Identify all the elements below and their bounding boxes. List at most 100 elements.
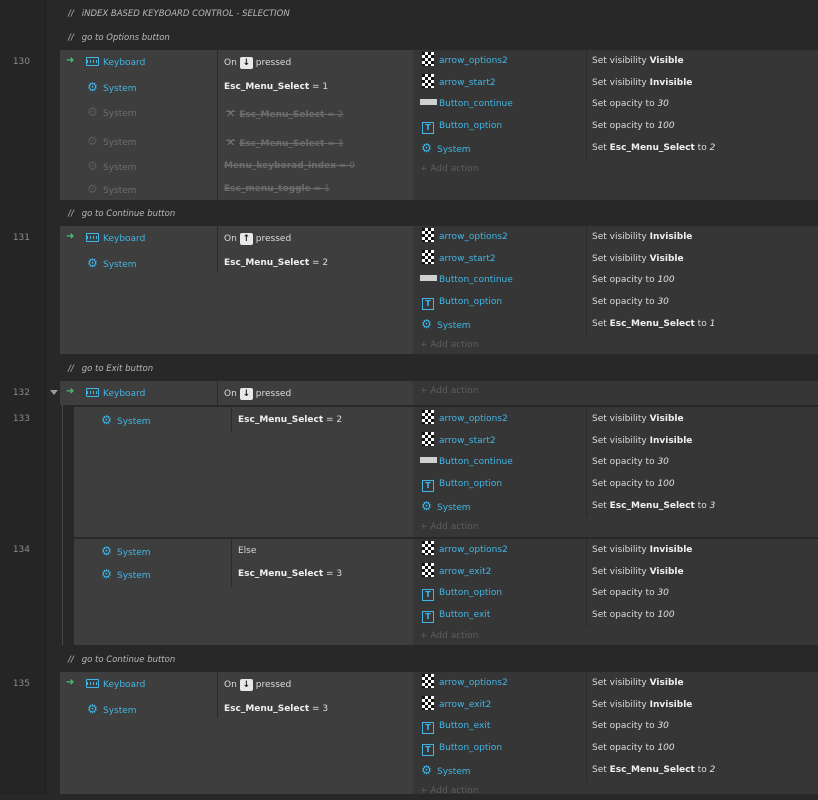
action-row[interactable]: T Button_option — [422, 474, 502, 494]
condition-text-disabled[interactable]: Menu_keyborad_index = 0 — [224, 156, 355, 176]
action-row[interactable]: Button_continue — [420, 452, 513, 472]
action-text[interactable]: Set visibility Visible — [592, 249, 684, 269]
action-text[interactable]: Set opacity to 100 — [592, 738, 675, 758]
add-action-link[interactable]: + Add action — [420, 518, 478, 536]
condition-row-disabled[interactable]: ⚙ System — [86, 156, 136, 176]
collapse-toggle-icon[interactable] — [50, 390, 58, 395]
action-row[interactable]: arrow_options2 — [422, 409, 508, 429]
add-action-link[interactable]: + Add action — [420, 782, 478, 800]
action-row[interactable]: T Button_option — [422, 292, 502, 312]
add-action-link[interactable]: + Add action — [420, 382, 478, 400]
line-number: 130 — [12, 57, 30, 67]
condition-object: Keyboard — [103, 234, 146, 244]
comment-row[interactable]: //go to Exit button — [62, 359, 818, 379]
action-row[interactable]: ⚙ System — [420, 760, 470, 780]
condition-row[interactable]: Keyboard — [86, 53, 145, 73]
column-divider — [586, 539, 587, 627]
action-text[interactable]: Set opacity to 30 — [592, 292, 669, 312]
action-row[interactable]: arrow_start2 — [422, 249, 496, 269]
gear-icon: ⚙ — [87, 256, 98, 270]
add-action-link[interactable]: + Add action — [420, 627, 478, 645]
add-action-link[interactable]: + Add action — [420, 336, 478, 354]
action-text[interactable]: Set visibility Invisible — [592, 431, 692, 451]
condition-text[interactable]: Esc_Menu_Select = 3 — [224, 699, 328, 719]
action-row[interactable]: T Button_exit — [422, 605, 490, 625]
action-verb: Set visibility — [592, 678, 647, 688]
action-text[interactable]: Set opacity to 100 — [592, 474, 675, 494]
action-text[interactable]: Set opacity to 30 — [592, 94, 669, 114]
condition-row-disabled[interactable]: ⚙ System — [86, 131, 136, 151]
action-row[interactable]: ⚙ System — [420, 496, 470, 516]
comment-row[interactable]: //iNDEX BASED KEYBOARD CONTROL - SELECTI… — [62, 4, 818, 24]
condition-row[interactable]: ⚙ System — [86, 253, 136, 273]
action-text[interactable]: Set opacity to 30 — [592, 716, 669, 736]
condition-row[interactable]: ⚙ System — [86, 77, 136, 97]
action-row[interactable]: arrow_options2 — [422, 540, 508, 560]
action-text[interactable]: Set visibility Visible — [592, 673, 684, 693]
add-action-link[interactable]: + Add action — [420, 160, 478, 178]
action-row[interactable]: T Button_option — [422, 583, 502, 603]
action-row[interactable]: ⚙ System — [420, 138, 470, 158]
comment-row[interactable]: //go to Options button — [62, 28, 818, 48]
action-connector: to — [697, 143, 707, 153]
action-text[interactable]: Set visibility Visible — [592, 51, 684, 71]
condition-text-disabled[interactable]: ✕ Esc_Menu_Select = 2 — [226, 104, 343, 124]
action-row[interactable]: arrow_options2 — [422, 51, 508, 71]
condition-row-disabled[interactable]: ⚙ System — [86, 102, 136, 122]
action-text[interactable]: Set opacity to 100 — [592, 116, 675, 136]
action-text[interactable]: Set visibility Visible — [592, 562, 684, 582]
condition-text[interactable]: Esc_Menu_Select = 1 — [224, 77, 328, 97]
condition-row[interactable]: ⚙ System — [100, 564, 150, 584]
action-text[interactable]: Set opacity to 30 — [592, 583, 669, 603]
condition-row[interactable]: ⚙ System — [100, 541, 150, 561]
action-text[interactable]: Set visibility Visible — [592, 409, 684, 429]
condition-text[interactable]: On ↓ pressed — [224, 384, 291, 404]
action-verb: Set visibility — [592, 232, 647, 242]
action-text[interactable]: Set visibility Invisible — [592, 695, 692, 715]
action-row[interactable]: arrow_options2 — [422, 227, 508, 247]
condition-text-disabled[interactable]: Esc_menu_toggle = 1 — [224, 179, 330, 199]
condition-text[interactable]: Esc_Menu_Select = 3 — [238, 564, 342, 584]
action-text[interactable]: Set Esc_Menu_Select to 2 — [592, 760, 715, 780]
action-verb: Set — [592, 501, 607, 511]
action-row[interactable]: arrow_start2 — [422, 431, 496, 451]
condition-row[interactable]: Keyboard — [86, 675, 145, 695]
action-text[interactable]: Set Esc_Menu_Select to 1 — [592, 314, 715, 334]
condition-text[interactable]: Else — [238, 541, 256, 561]
column-divider — [586, 407, 587, 517]
action-text[interactable]: Set visibility Invisible — [592, 73, 692, 93]
action-row[interactable]: T Button_exit — [422, 716, 490, 736]
condition-row[interactable]: Keyboard — [86, 229, 145, 249]
action-row[interactable]: arrow_options2 — [422, 673, 508, 693]
condition-text[interactable]: On ↓ pressed — [224, 675, 291, 695]
action-row[interactable]: arrow_exit2 — [422, 562, 491, 582]
action-text[interactable]: Set Esc_Menu_Select to 3 — [592, 496, 715, 516]
action-row[interactable]: Button_continue — [420, 94, 513, 114]
action-text[interactable]: Set Esc_Menu_Select to 2 — [592, 138, 715, 158]
action-row[interactable]: arrow_exit2 — [422, 695, 491, 715]
condition-text[interactable]: On ↓ pressed — [224, 53, 291, 73]
condition-row[interactable]: Keyboard — [86, 384, 145, 404]
action-text[interactable]: Set opacity to 100 — [592, 605, 675, 625]
action-text[interactable]: Set opacity to 30 — [592, 452, 669, 472]
comment-row[interactable]: //go to Continue button — [62, 204, 818, 224]
condition-row[interactable]: ⚙ System — [100, 410, 150, 430]
condition-text[interactable]: Esc_Menu_Select = 2 — [238, 410, 342, 430]
condition-row-disabled[interactable]: ⚙ System — [86, 179, 136, 199]
close-icon: ✕ — [226, 136, 236, 149]
action-row[interactable]: ⚙ System — [420, 314, 470, 334]
condition-text[interactable]: On ↑ pressed — [224, 229, 291, 249]
condition-row[interactable]: ⚙ System — [86, 699, 136, 719]
action-text[interactable]: Set visibility Invisible — [592, 540, 692, 560]
action-row[interactable]: Button_continue — [420, 270, 513, 290]
action-row[interactable]: T Button_option — [422, 116, 502, 136]
gear-icon: ⚙ — [87, 105, 98, 119]
action-text[interactable]: Set opacity to 100 — [592, 270, 675, 290]
condition-text-disabled[interactable]: ✕ Esc_Menu_Select = 3 — [226, 133, 343, 153]
condition-text[interactable]: Esc_Menu_Select = 2 — [224, 253, 328, 273]
action-text[interactable]: Set visibility Invisible — [592, 227, 692, 247]
condition-object: Keyboard — [103, 58, 146, 68]
comment-row[interactable]: //go to Continue button — [62, 650, 818, 670]
action-row[interactable]: T Button_option — [422, 738, 502, 758]
action-row[interactable]: arrow_start2 — [422, 73, 496, 93]
